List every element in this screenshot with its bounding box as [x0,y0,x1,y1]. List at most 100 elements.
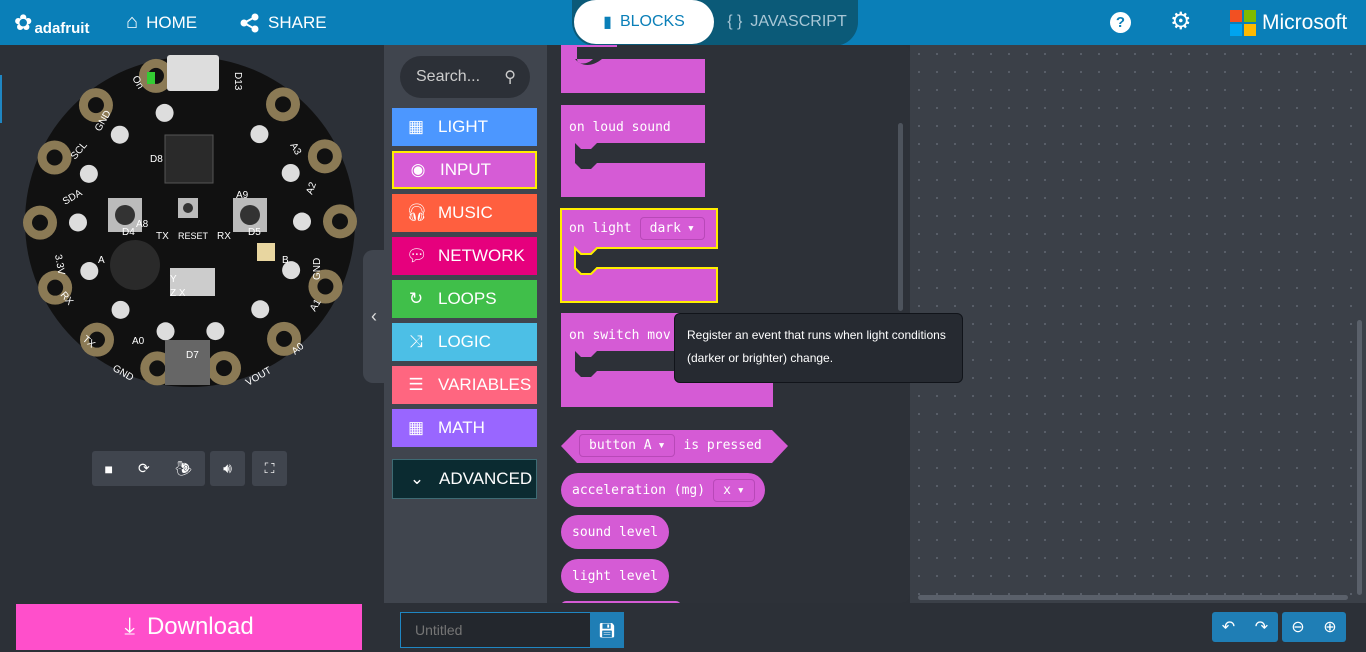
category-advanced[interactable]: ⌄ ADVANCED [392,459,537,499]
grid-icon: ▦ [407,117,425,136]
undo-icon[interactable]: ↶ [1222,617,1235,637]
stop-icon[interactable]: ■ [105,461,113,477]
category-math[interactable]: ▦ MATH [392,409,537,447]
chevron-down-icon: ⌄ [409,469,425,488]
microsoft-windows-icon [1230,9,1256,36]
microsoft-logo[interactable]: Microsoft [1230,0,1347,45]
redo-icon[interactable]: ↷ [1255,617,1268,637]
shuffle-icon: ⤨ [409,332,423,351]
svg-text:Z X: Z X [170,288,186,299]
blocks-workspace[interactable] [910,45,1366,603]
speaker-icon: 🔊︎ [223,460,232,476]
neopixel-led [251,300,270,319]
help-icon[interactable]: ? [1110,12,1131,33]
svg-text:B: B [282,255,289,266]
home-button[interactable]: ⌂ HOME [126,0,197,45]
chat-icon: 💬︎ [406,246,428,265]
category-network[interactable]: 💬︎ NETWORK [392,237,537,275]
neopixel-led [110,125,129,144]
svg-text:Y: Y [170,274,177,285]
neopixel-led [79,164,98,183]
block-tooltip: Register an event that runs when light c… [674,313,963,383]
light-level-block[interactable]: light level [561,559,670,593]
light-condition-dropdown[interactable]: dark ▾ [639,217,705,240]
neopixel-led [111,300,130,319]
target-icon: ◉ [410,160,426,179]
gear-icon[interactable]: ⚙ [1170,7,1192,36]
tab-javascript[interactable]: { } JAVASCRIPT [722,0,852,44]
home-icon: ⌂ [126,11,139,33]
neopixel-led [206,322,225,341]
download-icon: ⤓ [124,613,135,640]
flyout-scrollbar[interactable] [898,123,903,311]
tab-blocks[interactable]: ▮ BLOCKS [574,0,714,44]
zoom-group: ⊖ ⊕ [1282,612,1346,642]
share-icon [240,13,259,32]
floppy-disk-icon: 💾︎ [598,621,616,638]
svg-text:GND: GND [312,258,323,280]
search-icon: ⚲ [504,69,516,86]
svg-text:TX: TX [156,231,169,242]
button-dropdown[interactable]: button A ▾ [579,434,676,457]
simulator-panel: On D13 D8 A9 A8 D4 D5 RESET TX RX A B A0… [0,45,384,603]
workspace-horizontal-scrollbar[interactable] [918,595,1348,600]
slow-motion-icon[interactable]: 🐌︎ [175,460,193,477]
neopixel-led [155,103,174,122]
header: ✿ adafruit ⌂ HOME SHARE ▮ BLOCKS { } JAVASC… [0,0,1366,46]
category-variables[interactable]: ☰ VARIABLES [392,366,537,404]
collapse-simulator-button[interactable]: ‹ [363,250,385,383]
neopixel-led [69,213,88,232]
download-button[interactable]: ⤓ Download [16,604,362,650]
svg-text:A: A [98,255,105,266]
category-logic[interactable]: ⤨ LOGIC [392,323,537,361]
category-light[interactable]: ▦ LIGHT [392,108,537,146]
neopixel-led [156,322,175,341]
fullscreen-icon: ⛶ [264,460,275,476]
neopixel-led [281,163,300,182]
undo-redo-group: ↶ ↷ [1212,612,1278,642]
zoom-out-icon[interactable]: ⊖ [1291,617,1304,637]
chevron-left-icon: ‹ [371,306,377,326]
svg-text:A9: A9 [236,190,249,201]
workspace-vertical-scrollbar[interactable] [1357,320,1362,595]
caret-down-icon: ▾ [736,482,745,498]
svg-text:RX: RX [217,231,231,242]
svg-text:D13: D13 [232,72,243,91]
toolbox-search[interactable]: Search... ⚲ [400,56,530,98]
sim-controls-group: ■ ⟳ 🐌︎ [92,451,205,486]
axis-dropdown[interactable]: x ▾ [713,478,755,502]
mute-button[interactable]: 🔊︎ [210,451,245,486]
on-loud-sound-block[interactable] [561,105,705,197]
svg-text:A8: A8 [136,219,149,230]
circuit-playground-board[interactable]: On D13 D8 A9 A8 D4 D5 RESET TX RX A B A0… [20,50,365,395]
caret-down-icon: ▾ [686,221,695,236]
svg-text:D7: D7 [186,350,199,361]
category-music[interactable]: 🎧︎ MUSIC [392,194,537,232]
svg-text:D5: D5 [248,227,261,238]
neopixel-led [292,212,311,231]
sim-indicator [0,75,2,123]
project-name-input[interactable] [400,612,591,648]
fullscreen-button[interactable]: ⛶ [252,451,287,486]
braces-icon: { } [727,13,743,30]
neopixel-led [80,262,99,281]
save-button[interactable]: 💾︎ [590,612,624,648]
neopixel-led [250,125,269,144]
category-loops[interactable]: ↻ LOOPS [392,280,537,318]
svg-text:A0: A0 [132,336,145,347]
svg-text:D4: D4 [122,227,135,238]
headphones-icon: 🎧︎ [406,203,428,222]
acceleration-block[interactable]: acceleration (mg) x ▾ [561,473,765,507]
adafruit-flower-icon: ✿ [14,9,33,35]
calculator-icon: ▦ [407,418,425,437]
list-icon: ☰ [408,375,424,394]
sound-level-block[interactable]: sound level [561,515,670,549]
share-button[interactable]: SHARE [240,0,327,45]
restart-icon[interactable]: ⟳ [138,460,150,477]
svg-text:D8: D8 [150,154,163,165]
adafruit-logo[interactable]: ✿ adafruit [14,0,89,45]
svg-text:RESET: RESET [178,231,209,241]
category-input[interactable]: ◉ INPUT [392,151,537,189]
loop-icon: ↻ [408,289,424,308]
zoom-in-icon[interactable]: ⊕ [1323,617,1336,637]
